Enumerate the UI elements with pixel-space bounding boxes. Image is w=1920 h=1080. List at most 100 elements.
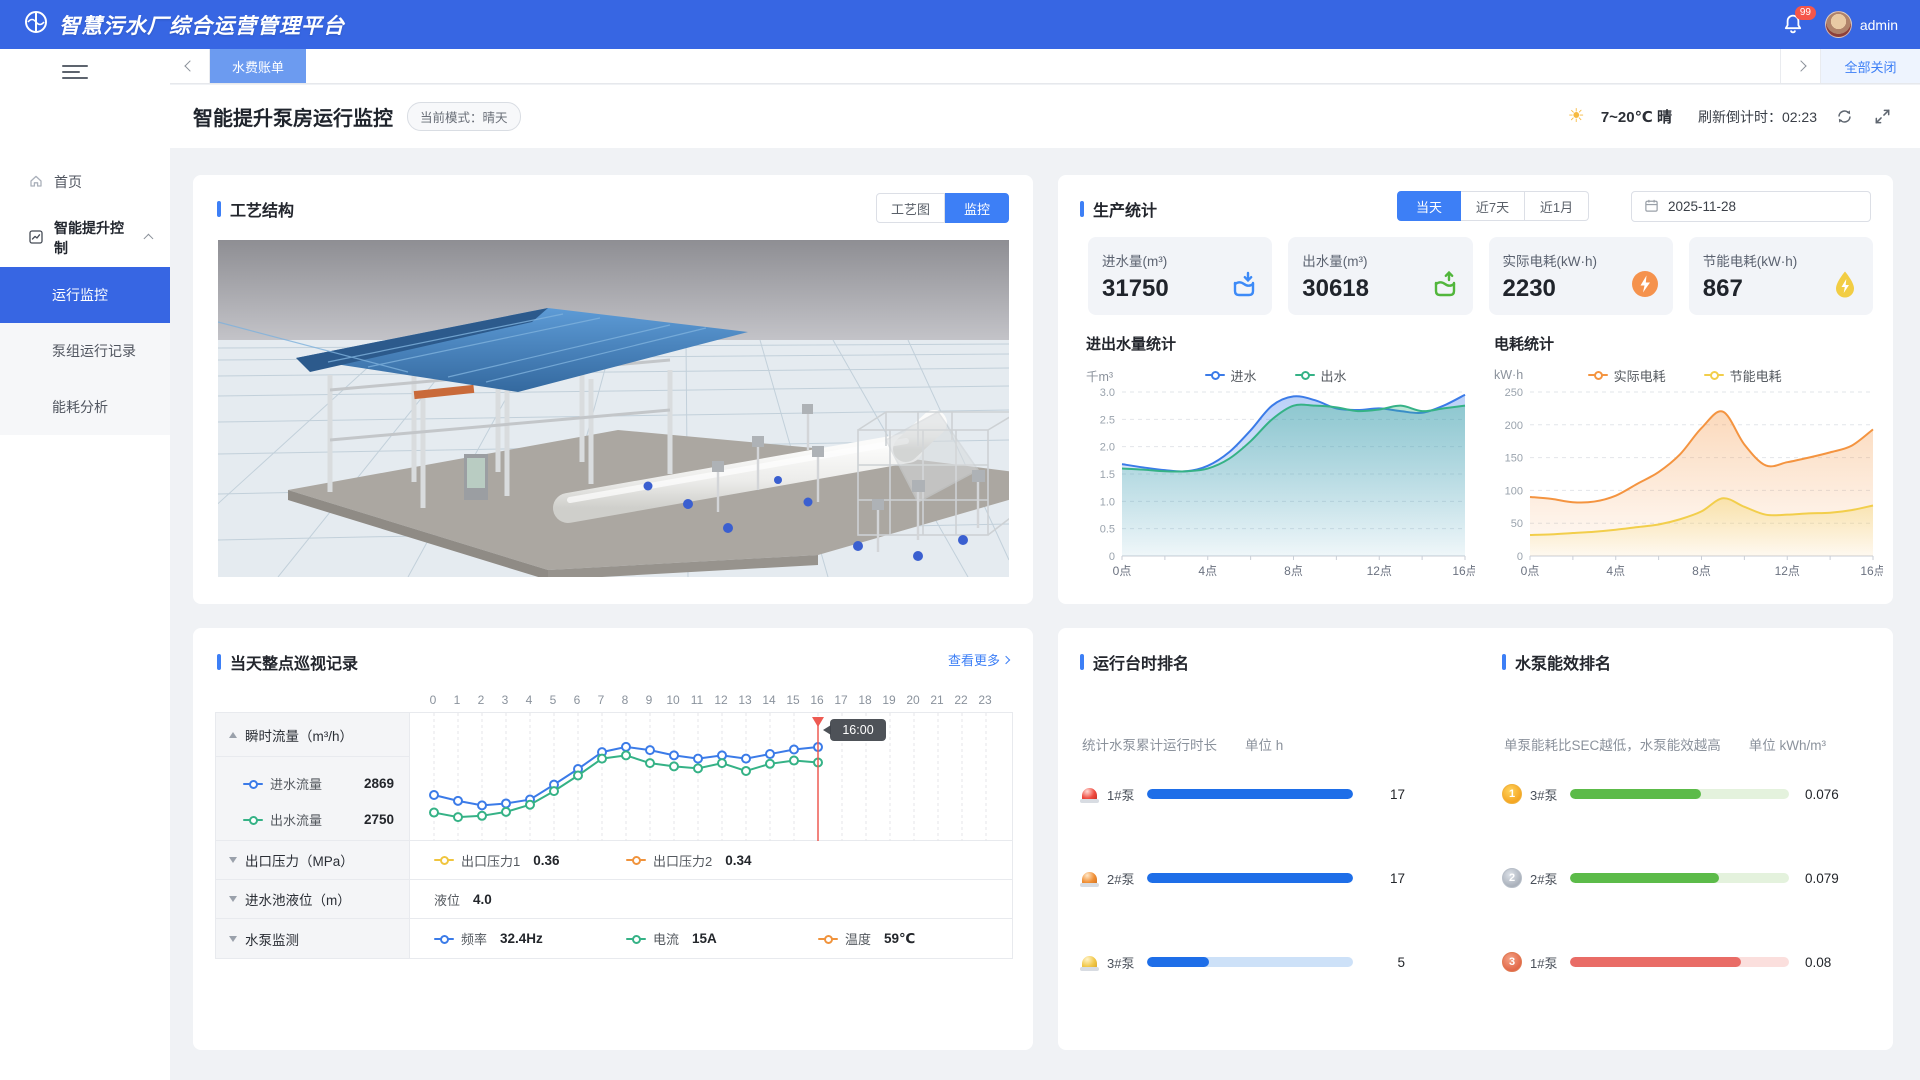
water-flow-chart-title: 进出水量统计 (1086, 333, 1478, 354)
svg-text:9: 9 (646, 693, 653, 707)
efficiency-bar (1570, 957, 1789, 967)
siren-red-icon (1080, 786, 1099, 803)
svg-text:3: 3 (502, 693, 509, 707)
sidebar-item-run-monitoring[interactable]: 运行监控 (0, 267, 170, 323)
date-value: 2025-11-28 (1668, 199, 1736, 214)
outflow-current-value: 2750 (364, 812, 394, 827)
legend-marker (1205, 371, 1225, 379)
medal-silver-icon: 2 (1502, 868, 1522, 888)
notification-bell-icon[interactable]: 99 (1781, 12, 1807, 38)
efficiency-bar (1570, 789, 1789, 799)
power-legend: 实际电耗 节能电耗 (1588, 366, 1782, 385)
user-menu[interactable]: admin (1825, 11, 1898, 38)
refresh-countdown: 刷新倒计时：02:23 (1698, 107, 1817, 127)
legend-item-outflow[interactable]: 出水 (1295, 366, 1347, 385)
svg-text:2: 2 (478, 693, 485, 707)
tabs-scroll-right-button[interactable] (1780, 49, 1820, 83)
weather-text: 7~20℃ 晴 (1601, 106, 1672, 127)
pump-station-3d-view (218, 240, 1009, 577)
stat-card-outflow: 出水量(m³) 30618 (1288, 237, 1472, 315)
legend-marker (243, 780, 263, 788)
legend-item-inflow[interactable]: 进水 (1205, 366, 1257, 385)
app-header: 智慧污水厂综合运营管理平台 99 admin (0, 0, 1920, 49)
range-tab-today[interactable]: 当天 (1397, 191, 1461, 221)
row-label-outlet-pressure[interactable]: 出口压力（MPa） (216, 841, 410, 880)
svg-text:1: 1 (454, 693, 461, 707)
legend-marker (626, 856, 646, 864)
water-flow-area-chart: 00.51.01.52.02.53.00点4点8点12点16点 (1082, 384, 1475, 592)
legend-item-actual-power[interactable]: 实际电耗 (1588, 366, 1666, 385)
process-view-toggle: 工艺图 监控 (876, 193, 1009, 223)
svg-text:18: 18 (858, 693, 872, 707)
svg-text:1.5: 1.5 (1100, 469, 1115, 481)
sidebar-item-home[interactable]: 首页 (0, 159, 170, 205)
close-all-tabs-button[interactable]: 全部关闭 (1820, 49, 1920, 83)
runtime-bar (1147, 957, 1353, 967)
range-tab-1month[interactable]: 近1月 (1525, 191, 1589, 221)
collapse-caret-icon (229, 732, 237, 738)
chevron-left-icon (184, 60, 195, 71)
title-accent-bar (1080, 654, 1084, 670)
chevron-right-icon (1795, 60, 1806, 71)
refresh-icon[interactable] (1833, 106, 1855, 128)
trend-chart-icon (28, 229, 44, 248)
efficiency-rank-row: 1 3#泵 0.076 (1502, 782, 1839, 806)
svg-text:250: 250 (1505, 387, 1523, 399)
calendar-icon (1644, 198, 1659, 216)
efficiency-rank-row: 3 1#泵 0.08 (1502, 950, 1831, 974)
legend-marker (434, 935, 454, 943)
date-picker[interactable]: 2025-11-28 (1631, 191, 1871, 222)
svg-text:16点: 16点 (1860, 564, 1883, 578)
production-statistics-panel: 生产统计 当天 近7天 近1月 2025-11-28 进水量(m³) 31750… (1058, 175, 1893, 604)
svg-text:8点: 8点 (1692, 564, 1711, 578)
tabs-scroll-left-button[interactable] (170, 49, 210, 83)
svg-text:6: 6 (574, 693, 581, 707)
instant-flow-line-chart: 16:00 (410, 713, 1012, 841)
instant-flow-chart-cell: 16:00 (410, 713, 1012, 841)
legend-marker (243, 816, 263, 824)
sidebar-collapse-icon[interactable] (62, 61, 88, 83)
runtime-rank-title: 运行台时排名 (1093, 650, 1189, 674)
siren-orange-icon (1080, 870, 1099, 887)
power-chart-title: 电耗统计 (1494, 333, 1886, 354)
row-label-instant-flow[interactable]: 瞬时流量（m³/h） 进水流量2869 出水流量2750 (216, 713, 410, 841)
svg-text:21: 21 (930, 693, 944, 707)
process-monitor-tab[interactable]: 监控 (945, 193, 1009, 223)
legend-marker (818, 935, 838, 943)
collapse-caret-icon (229, 896, 237, 902)
svg-text:1.0: 1.0 (1100, 496, 1115, 508)
view-more-link[interactable]: 查看更多 (948, 650, 1009, 669)
title-accent-bar (217, 201, 221, 217)
svg-text:19: 19 (882, 693, 896, 707)
svg-text:15: 15 (786, 693, 800, 707)
svg-text:2.0: 2.0 (1100, 442, 1115, 454)
svg-text:0: 0 (1109, 551, 1115, 563)
page-header: 智能提升泵房运行监控 当前模式：晴天 ☀ 7~20℃ 晴 刷新倒计时：02:23 (170, 85, 1920, 148)
sidebar-item-pump-run-records[interactable]: 泵组运行记录 (0, 323, 170, 379)
svg-text:5: 5 (550, 693, 557, 707)
svg-text:8: 8 (622, 693, 629, 707)
series-outflow-row[interactable]: 出水流量2750 (216, 810, 409, 829)
row-label-inlet-level[interactable]: 进水池液位（m） (216, 880, 410, 919)
legend-marker (1295, 371, 1315, 379)
svg-text:0点: 0点 (1521, 564, 1540, 578)
app-logo-icon (22, 8, 50, 41)
chevron-up-icon (144, 233, 154, 243)
sun-icon: ☀ (1568, 105, 1585, 128)
series-inflow-row[interactable]: 进水流量2869 (216, 774, 409, 793)
stat-cards: 进水量(m³) 31750 出水量(m³) 30618 实际电耗(kW·h) 2… (1088, 237, 1873, 315)
sidebar-item-energy-analysis[interactable]: 能耗分析 (0, 379, 170, 435)
process-diagram-tab[interactable]: 工艺图 (876, 193, 945, 223)
mode-badge: 当前模式：晴天 (407, 102, 521, 131)
range-tab-7days[interactable]: 近7天 (1461, 191, 1525, 221)
collapse-caret-icon (229, 857, 237, 863)
inlet-level-values: 液位4.0 (410, 880, 1012, 919)
svg-text:17: 17 (834, 693, 848, 707)
efficiency-rank-title: 水泵能效排名 (1515, 650, 1611, 674)
process-panel-title: 工艺结构 (230, 197, 294, 221)
row-label-pump-monitoring[interactable]: 水泵监测 (216, 919, 410, 958)
tab-water-bill[interactable]: 水费账单 (210, 49, 306, 83)
fullscreen-icon[interactable] (1871, 106, 1893, 128)
sidebar-group-smart-lift-control[interactable]: 智能提升控制 (0, 215, 170, 261)
legend-item-saved-power[interactable]: 节能电耗 (1704, 366, 1782, 385)
